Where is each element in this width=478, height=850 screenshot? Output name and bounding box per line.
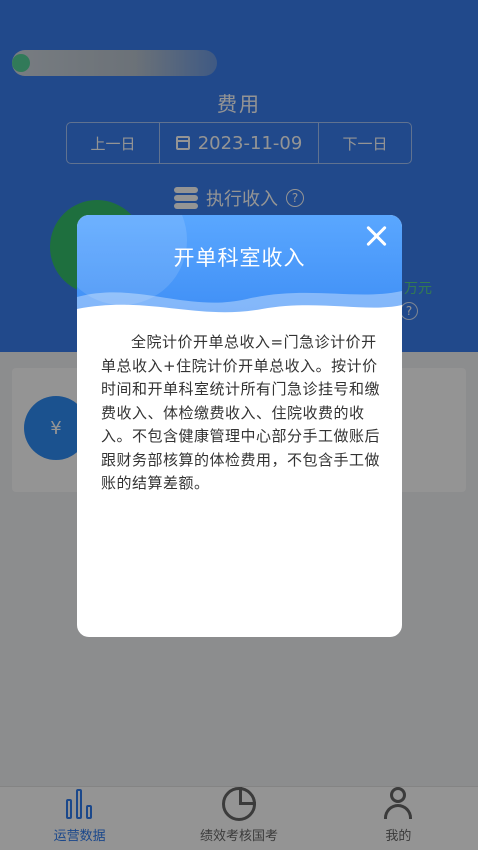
decorative-wave [77,291,402,325]
dialog-body: 全院计价开单总收入=门急诊计价开单总收入+住院计价开单总收入。按计价时间和开单科… [101,333,381,492]
dialog-header: 开单科室收入 [77,215,402,325]
dialog-title: 开单科室收入 [173,246,306,270]
info-dialog: 开单科室收入 全院计价开单总收入=门急诊计价开单总收入+住院计价开单总收入。按计… [77,215,402,637]
close-icon[interactable] [364,223,390,249]
app-page: 费用 上一日 2023-11-09 下一日 执行收入 ? 万元 ? ¥ 运营数据… [0,0,478,850]
